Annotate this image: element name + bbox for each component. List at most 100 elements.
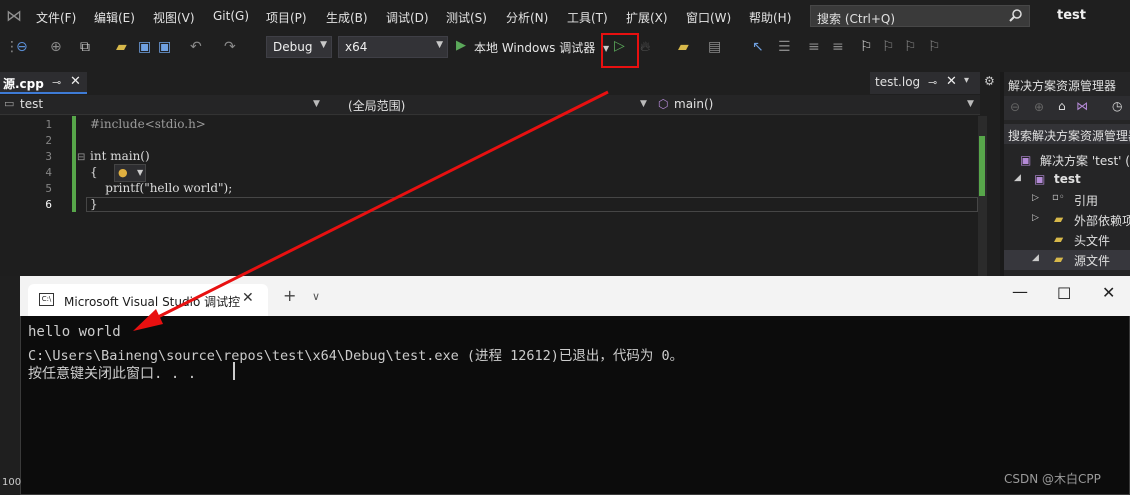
- menu-test[interactable]: 测试(S): [446, 9, 487, 26]
- home-icon[interactable]: ⌂: [1058, 99, 1066, 113]
- menu-build[interactable]: 生成(B): [326, 9, 368, 26]
- pin-icon[interactable]: ⊸: [52, 76, 61, 89]
- visual-studio-icon[interactable]: ⋈: [1076, 99, 1088, 113]
- comment-icon[interactable]: ≡: [808, 38, 820, 56]
- window-layout-icon[interactable]: ▤: [708, 38, 721, 56]
- bookmark-next-icon[interactable]: ⚐: [904, 38, 917, 56]
- menu-window[interactable]: 窗口(W): [686, 9, 731, 26]
- expand-icon[interactable]: ◢: [1032, 253, 1039, 263]
- folder-icon: ▰: [1054, 212, 1064, 226]
- references-icon: ▫◦: [1052, 192, 1065, 203]
- open-folder-icon[interactable]: ▰: [116, 38, 127, 56]
- folder-icon[interactable]: ▰: [678, 38, 689, 56]
- tree-header-files[interactable]: 头文件: [1074, 232, 1110, 249]
- solution-config-select[interactable]: Debug ▼: [266, 36, 332, 58]
- start-debug-button[interactable]: 本地 Windows 调试器: [474, 39, 595, 56]
- maximize-icon[interactable]: ☐: [1057, 284, 1071, 303]
- lightbulb-error-icon: ●: [118, 166, 128, 179]
- console-output-line: C:\Users\Baineng\source\repos\test\x64\D…: [28, 348, 684, 364]
- minimize-icon[interactable]: —: [1012, 282, 1028, 301]
- bookmark-prev-icon[interactable]: ⚐: [882, 38, 895, 56]
- menu-project[interactable]: 项目(P): [266, 9, 307, 26]
- gear-icon[interactable]: ⚙: [984, 74, 995, 88]
- breakpoint-list-icon[interactable]: ☰: [778, 38, 791, 56]
- menu-git[interactable]: Git(G): [213, 9, 249, 23]
- tree-external-deps[interactable]: 外部依赖项: [1074, 212, 1130, 229]
- code-line: {: [90, 165, 98, 179]
- chevron-down-icon[interactable]: ▼: [640, 99, 647, 109]
- tree-solution[interactable]: 解决方案 'test' (1: [1040, 152, 1130, 169]
- solution-search-input[interactable]: 搜索解决方案资源管理器: [1004, 124, 1130, 144]
- folder-icon: ▰: [1054, 252, 1064, 266]
- start-debug-icon[interactable]: ▶: [456, 37, 466, 55]
- folder-icon: ▰: [1054, 232, 1064, 246]
- terminal-icon: C:\: [39, 293, 54, 306]
- platform-select[interactable]: x64 ▼: [338, 36, 448, 58]
- collapse-icon[interactable]: ⊟: [77, 152, 85, 163]
- forward-navigate-icon[interactable]: ⊕: [50, 38, 62, 56]
- menu-edit[interactable]: 编辑(E): [94, 9, 135, 26]
- tab-overflow-icon[interactable]: ▾: [964, 75, 969, 86]
- code-editor[interactable]: [0, 116, 980, 276]
- forward-icon[interactable]: ⊕: [1034, 100, 1044, 114]
- tree-project[interactable]: test: [1054, 172, 1081, 186]
- zoom-indicator[interactable]: 100: [0, 474, 22, 495]
- close-icon[interactable]: ✕: [242, 290, 254, 306]
- solution-search-placeholder: 搜索解决方案资源管理器: [1008, 129, 1130, 143]
- close-icon[interactable]: ✕: [70, 74, 81, 89]
- back-icon[interactable]: ⊖: [1010, 100, 1020, 114]
- close-window-icon[interactable]: ✕: [1102, 283, 1115, 302]
- save-all-icon[interactable]: ▣: [158, 38, 171, 56]
- nav-project[interactable]: test: [20, 97, 43, 111]
- quick-action-lightbulb[interactable]: ● ▼: [114, 164, 146, 182]
- pointer-icon[interactable]: ↖: [752, 38, 764, 56]
- zoom-value: 100: [2, 477, 22, 488]
- menu-help[interactable]: 帮助(H): [749, 9, 791, 26]
- back-navigate-icon[interactable]: ⊖: [16, 38, 28, 56]
- console-tab[interactable]: C:\ Microsoft Visual Studio 调试控 ✕: [28, 284, 268, 316]
- chevron-down-icon[interactable]: ▼: [313, 99, 320, 109]
- new-project-icon[interactable]: ⧉: [80, 38, 90, 56]
- save-icon[interactable]: ▣: [138, 38, 151, 56]
- menu-view[interactable]: 视图(V): [153, 9, 195, 26]
- chevron-down-icon: ▼: [320, 40, 327, 50]
- search-icon: [1009, 8, 1023, 25]
- menu-extensions[interactable]: 扩展(X): [626, 9, 668, 26]
- redo-icon[interactable]: ↷: [224, 38, 236, 56]
- sync-icon[interactable]: ◷: [1112, 99, 1122, 113]
- new-tab-icon[interactable]: +: [283, 286, 296, 305]
- collapse-arrow-icon[interactable]: ▷: [1032, 213, 1039, 223]
- tab-source-cpp[interactable]: 源.cpp ⊸ ✕: [0, 72, 87, 94]
- navigation-bar: ▭ test ▼ (全局范围) ▼ ⬡ main() ▼: [0, 95, 980, 115]
- tree-references[interactable]: 引用: [1074, 192, 1098, 209]
- menu-debug[interactable]: 调试(D): [386, 9, 429, 26]
- function-icon: ⬡: [658, 97, 669, 111]
- menu-file[interactable]: 文件(F): [36, 9, 76, 26]
- hot-reload-icon[interactable]: 🔥︎: [640, 38, 650, 56]
- chevron-down-icon[interactable]: ▼: [967, 99, 974, 109]
- nav-scope[interactable]: (全局范围): [348, 97, 405, 114]
- bookmark-clear-icon[interactable]: ⚐: [928, 38, 941, 56]
- console-output-line: hello world: [28, 324, 121, 340]
- search-input[interactable]: 搜索 (Ctrl+Q): [810, 5, 1030, 27]
- collapse-arrow-icon[interactable]: ▷: [1032, 193, 1039, 203]
- tree-source-files[interactable]: 源文件: [1074, 252, 1110, 269]
- menu-tools[interactable]: 工具(T): [567, 9, 608, 26]
- expand-icon[interactable]: ◢: [1014, 173, 1021, 183]
- chevron-down-icon: ▼: [436, 40, 443, 50]
- editor-scrollbar[interactable]: [978, 116, 987, 276]
- tab-label: 源.cpp: [3, 77, 44, 91]
- nav-member[interactable]: main(): [674, 97, 713, 111]
- project-icon: ▣: [1034, 172, 1046, 186]
- menu-analyze[interactable]: 分析(N): [506, 9, 548, 26]
- console-tab-title: Microsoft Visual Studio 调试控: [64, 295, 241, 309]
- pin-icon[interactable]: ⊸: [928, 76, 937, 89]
- chevron-down-icon[interactable]: ∨: [312, 290, 320, 303]
- bookmark-icon[interactable]: ⚐: [860, 38, 873, 56]
- close-icon[interactable]: ✕: [946, 74, 957, 89]
- uncomment-icon[interactable]: ≡: [832, 38, 844, 56]
- console-cursor: [233, 362, 235, 380]
- line-number: 3: [45, 150, 52, 163]
- line-number: 1: [45, 118, 52, 131]
- undo-icon[interactable]: ↶: [190, 38, 202, 56]
